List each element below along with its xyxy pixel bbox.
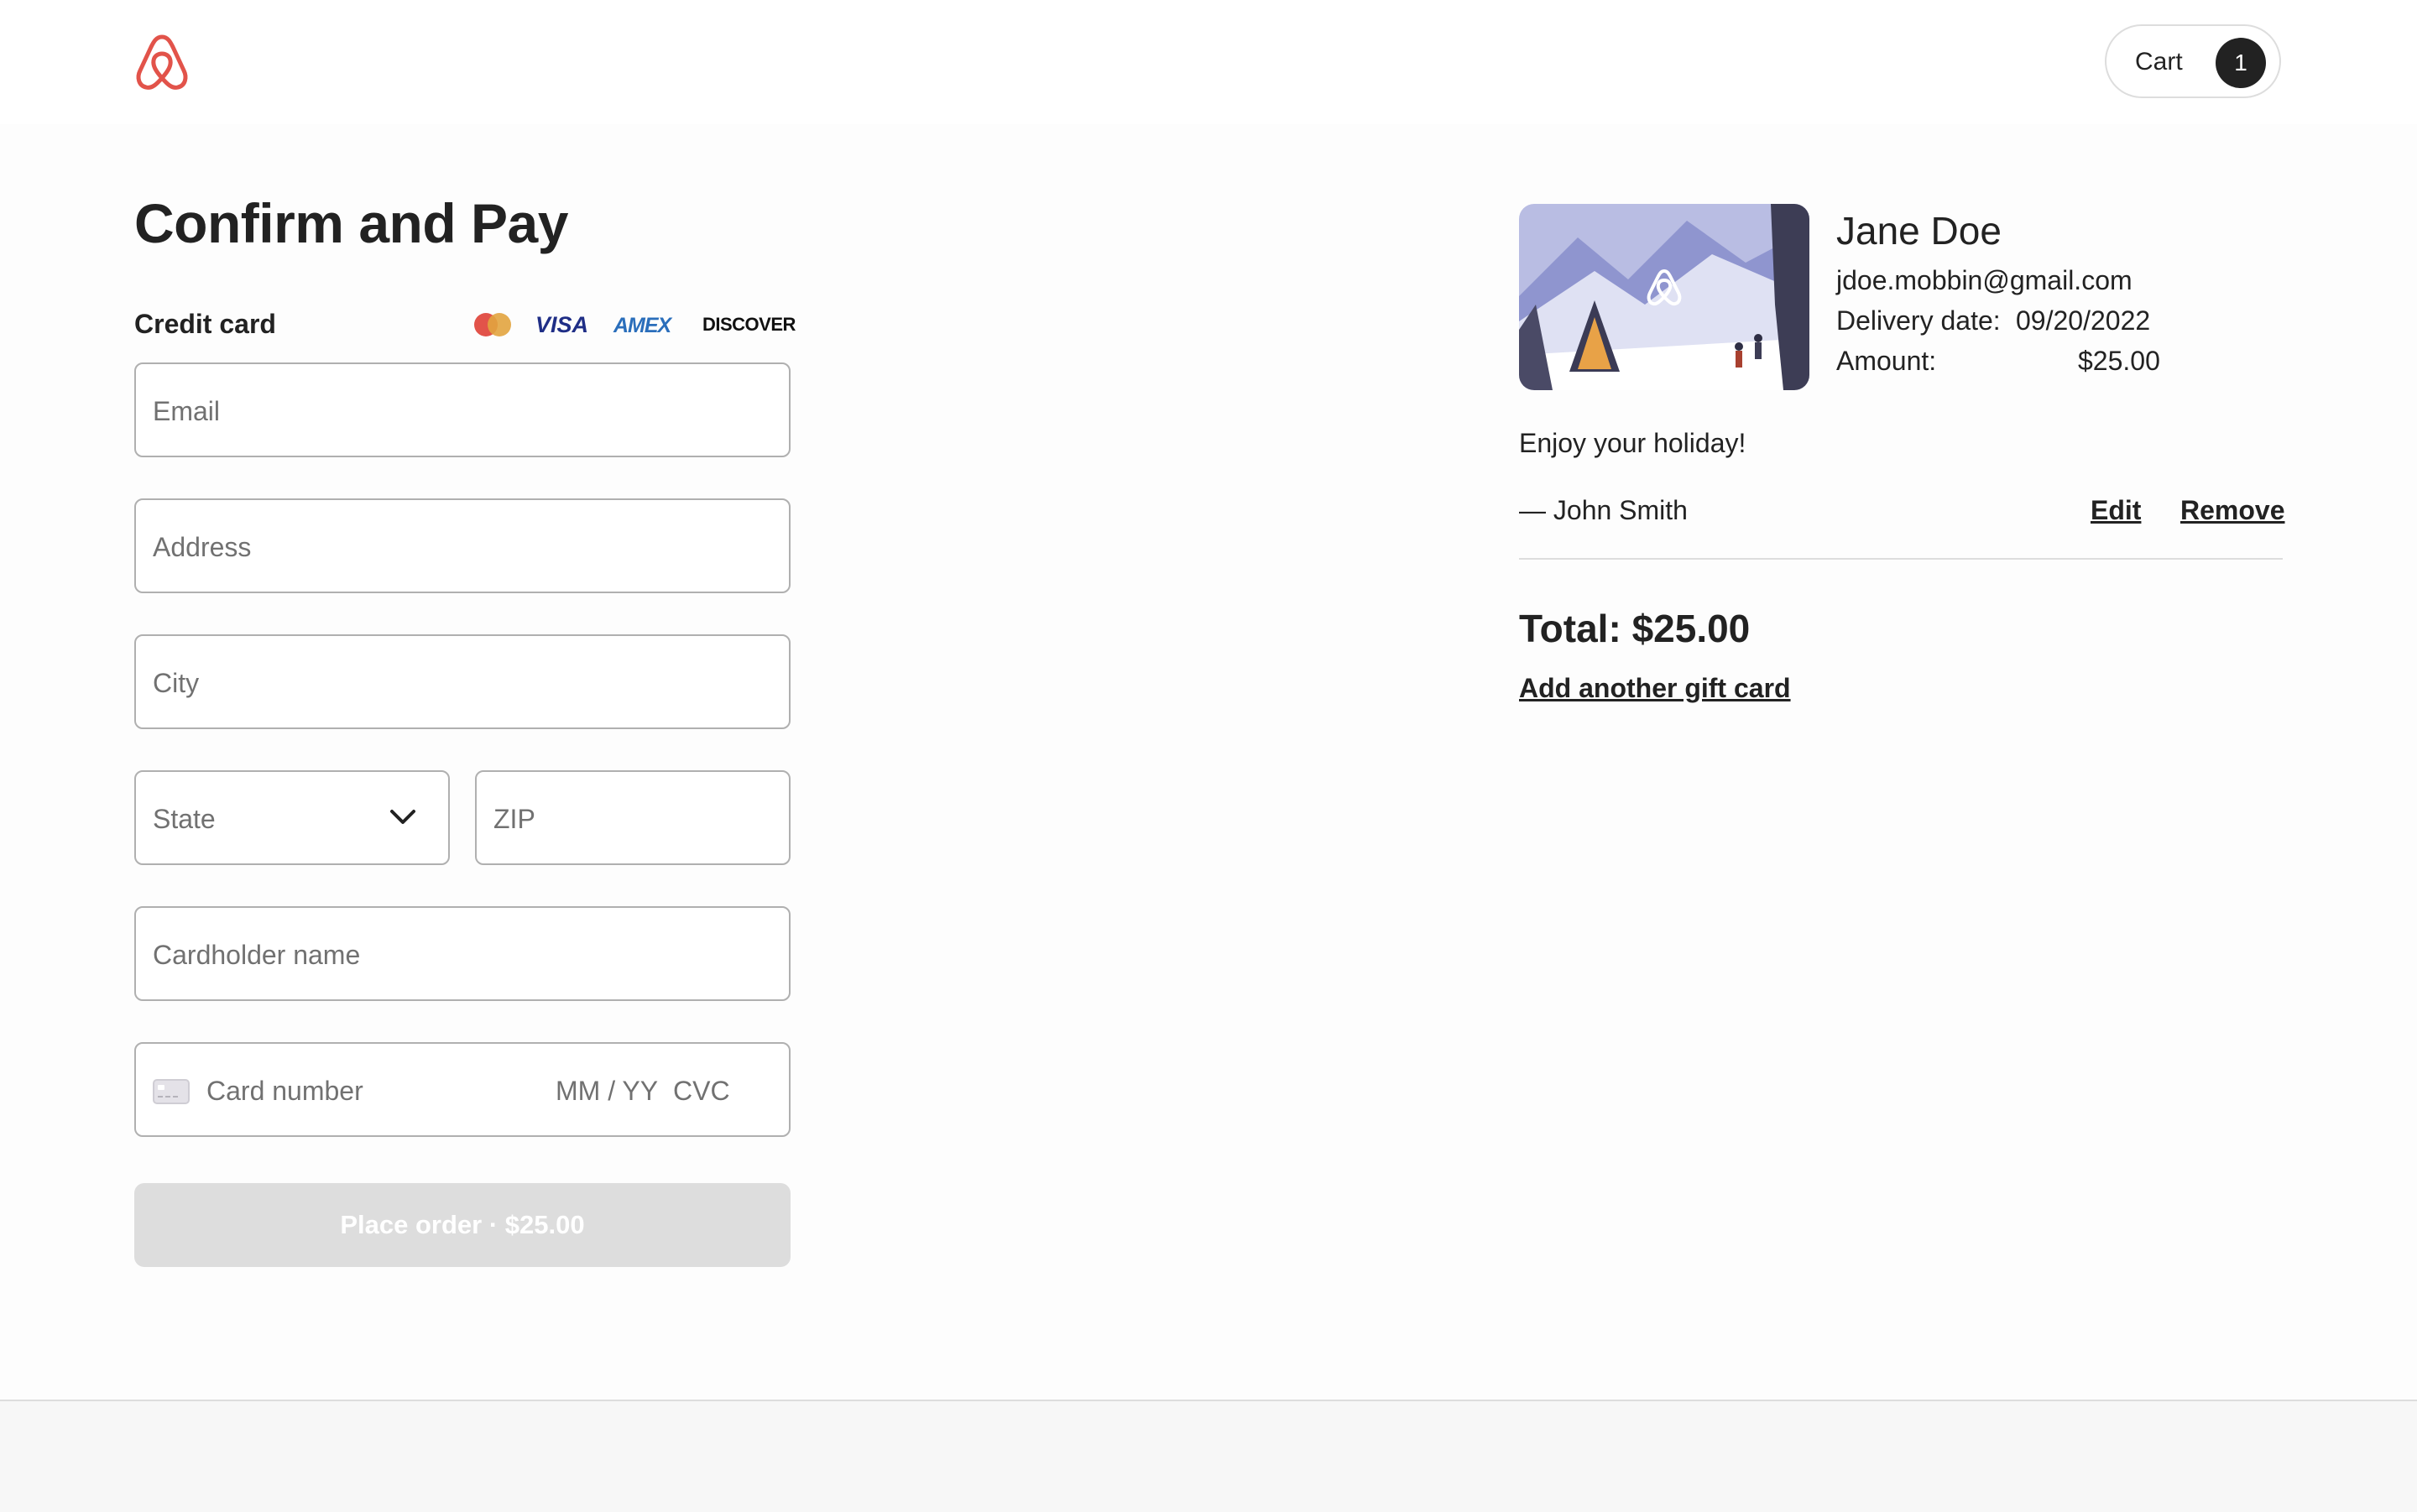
amount-value: $25.00: [2078, 346, 2160, 376]
cardholder-name-field[interactable]: Cardholder name: [134, 906, 791, 1001]
delivery-date-value: 09/20/2022: [2016, 305, 2151, 336]
zip-field[interactable]: ZIP: [475, 770, 791, 865]
gift-card-image: [1519, 204, 1809, 390]
edit-link[interactable]: Edit: [2091, 495, 2141, 526]
email-field[interactable]: Email: [134, 362, 791, 457]
gift-sender: — John Smith: [1519, 495, 1688, 525]
payment-method-label: Credit card: [134, 309, 276, 339]
chevron-down-icon: [390, 810, 415, 824]
visa-logo: VISA: [535, 312, 589, 337]
cart-button[interactable]: Cart 1: [2105, 24, 2281, 98]
mastercard-icon: [474, 313, 511, 336]
discover-logo: DISCOVER: [702, 314, 796, 335]
city-field[interactable]: City: [134, 634, 791, 729]
expiry-placeholder[interactable]: MM / YY: [556, 1076, 658, 1107]
address-placeholder: Address: [153, 532, 252, 562]
state-select[interactable]: State: [134, 770, 450, 865]
address-field[interactable]: Address: [134, 498, 791, 593]
cardholder-placeholder: Cardholder name: [153, 940, 361, 970]
credit-card-icon: [153, 1079, 190, 1104]
card-number-placeholder[interactable]: Card number: [206, 1076, 363, 1107]
airbnb-logo-icon[interactable]: [134, 32, 190, 92]
card-details-field[interactable]: Card number MM / YY CVC: [134, 1042, 791, 1137]
place-order-button[interactable]: Place order · $25.00: [134, 1183, 791, 1267]
cart-count-badge: 1: [2216, 38, 2266, 88]
remove-link[interactable]: Remove: [2180, 495, 2285, 526]
zip-placeholder: ZIP: [493, 804, 535, 834]
recipient-email: jdoe.mobbin@gmail.com: [1836, 265, 2132, 295]
footer: [0, 1400, 2417, 1512]
recipient-name: Jane Doe: [1836, 209, 2002, 253]
amex-logo: AMEX: [613, 314, 671, 337]
state-placeholder: State: [153, 804, 216, 834]
amount-label: Amount:: [1836, 346, 1937, 376]
summary-divider: [1519, 558, 2283, 560]
cvc-placeholder[interactable]: CVC: [673, 1076, 730, 1107]
top-navigation-bar: Cart 1: [0, 0, 2417, 124]
cart-label: Cart: [2135, 48, 2183, 76]
delivery-date-label: Delivery date:: [1836, 305, 2001, 336]
email-placeholder: Email: [153, 396, 221, 426]
page-title: Confirm and Pay: [134, 192, 568, 254]
gift-message: Enjoy your holiday!: [1519, 428, 1746, 458]
city-placeholder: City: [153, 668, 200, 698]
order-total: Total: $25.00: [1519, 607, 1751, 650]
add-another-gift-card-link[interactable]: Add another gift card: [1519, 673, 1791, 704]
